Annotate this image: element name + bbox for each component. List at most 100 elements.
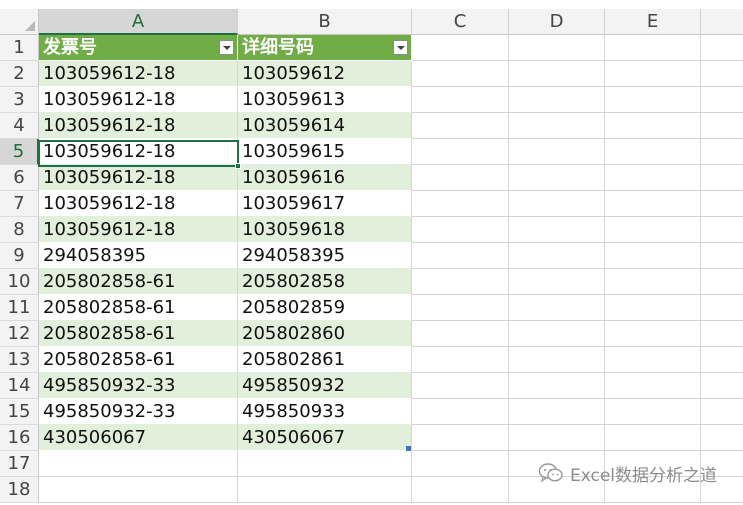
table-cell[interactable]: 103059612-18 [39, 113, 238, 139]
table-resize-handle[interactable] [406, 446, 411, 451]
grid-cell[interactable] [509, 139, 605, 165]
table-cell[interactable]: 103059618 [238, 217, 412, 243]
grid-cell[interactable] [509, 269, 605, 295]
row-header-5[interactable]: 5 [0, 139, 39, 165]
grid-cell[interactable] [701, 113, 743, 139]
grid-cell[interactable] [412, 347, 509, 373]
grid-cell[interactable] [605, 347, 701, 373]
grid-cell[interactable] [39, 451, 238, 477]
table-cell[interactable]: 103059615 [238, 139, 412, 165]
grid-cell[interactable] [701, 139, 743, 165]
row-header-1[interactable]: 1 [0, 35, 39, 61]
table-cell[interactable]: 495850932-33 [39, 399, 238, 425]
grid-cell[interactable] [701, 243, 743, 269]
grid-cell[interactable] [412, 87, 509, 113]
grid-cell[interactable] [509, 87, 605, 113]
grid-cell[interactable] [509, 321, 605, 347]
grid-cell[interactable] [509, 113, 605, 139]
table-cell[interactable]: 103059612-18 [39, 191, 238, 217]
table-cell[interactable]: 103059612 [238, 61, 412, 87]
table-cell[interactable]: 495850932 [238, 373, 412, 399]
spreadsheet-grid[interactable]: A B C D E 1 发票号 详细号码 2 103059612-18 103059612 3 1030… [0, 0, 743, 505]
grid-cell[interactable] [701, 61, 743, 87]
table-cell[interactable]: 495850932-33 [39, 373, 238, 399]
grid-cell[interactable] [412, 477, 509, 503]
table-cell[interactable]: 205802858-61 [39, 321, 238, 347]
grid-cell[interactable] [605, 139, 701, 165]
grid-cell[interactable] [509, 425, 605, 451]
grid-cell[interactable] [701, 321, 743, 347]
grid-cell[interactable] [509, 243, 605, 269]
grid-cell[interactable] [412, 35, 509, 61]
grid-cell[interactable] [509, 373, 605, 399]
column-header-d[interactable]: D [509, 9, 605, 35]
grid-cell[interactable] [412, 399, 509, 425]
table-cell[interactable]: 205802859 [238, 295, 412, 321]
table-cell[interactable]: 205802860 [238, 321, 412, 347]
grid-cell[interactable] [412, 373, 509, 399]
grid-cell[interactable] [412, 451, 509, 477]
table-cell[interactable]: 103059612-18 [39, 217, 238, 243]
grid-cell[interactable] [605, 165, 701, 191]
fill-handle[interactable] [235, 163, 241, 169]
grid-cell[interactable] [605, 399, 701, 425]
grid-cell[interactable] [701, 191, 743, 217]
grid-cell[interactable] [605, 191, 701, 217]
row-header-3[interactable]: 3 [0, 87, 39, 113]
table-cell[interactable]: 103059612-18 [39, 87, 238, 113]
grid-cell[interactable] [509, 165, 605, 191]
row-header-4[interactable]: 4 [0, 113, 39, 139]
table-cell[interactable]: 205802858-61 [39, 295, 238, 321]
grid-cell[interactable] [701, 399, 743, 425]
grid-cell[interactable] [605, 113, 701, 139]
grid-cell[interactable] [701, 165, 743, 191]
grid-cell[interactable] [701, 425, 743, 451]
column-header-c[interactable]: C [412, 9, 509, 35]
table-cell[interactable]: 294058395 [39, 243, 238, 269]
row-header-11[interactable]: 11 [0, 295, 39, 321]
grid-cell[interactable] [509, 347, 605, 373]
row-header-18[interactable]: 18 [0, 477, 39, 503]
grid-cell[interactable] [701, 373, 743, 399]
grid-cell[interactable] [605, 321, 701, 347]
row-header-10[interactable]: 10 [0, 269, 39, 295]
grid-cell[interactable] [509, 61, 605, 87]
row-header-6[interactable]: 6 [0, 165, 39, 191]
table-cell[interactable]: 103059612-18 [39, 165, 238, 191]
filter-dropdown-button[interactable] [219, 40, 234, 55]
table-cell[interactable]: 495850933 [238, 399, 412, 425]
table-cell[interactable]: 103059617 [238, 191, 412, 217]
grid-cell[interactable] [509, 217, 605, 243]
grid-cell[interactable] [412, 295, 509, 321]
table-header-cell[interactable]: 发票号 [39, 35, 238, 61]
table-cell[interactable]: 205802858-61 [39, 269, 238, 295]
grid-cell[interactable] [238, 477, 412, 503]
table-cell[interactable]: 205802858-61 [39, 347, 238, 373]
grid-cell[interactable] [701, 347, 743, 373]
grid-cell[interactable] [412, 321, 509, 347]
row-header-7[interactable]: 7 [0, 191, 39, 217]
table-cell[interactable]: 103059612-18 [39, 139, 238, 165]
grid-cell[interactable] [412, 243, 509, 269]
table-cell[interactable]: 103059612-18 [39, 61, 238, 87]
grid-cell[interactable] [412, 113, 509, 139]
grid-cell[interactable] [701, 295, 743, 321]
grid-cell[interactable] [701, 217, 743, 243]
grid-cell[interactable] [605, 217, 701, 243]
column-header-e[interactable]: E [605, 9, 701, 35]
grid-cell[interactable] [605, 269, 701, 295]
grid-cell[interactable] [701, 269, 743, 295]
table-header-cell[interactable]: 详细号码 [238, 35, 412, 61]
grid-cell[interactable] [701, 35, 743, 61]
row-header-16[interactable]: 16 [0, 425, 39, 451]
grid-cell[interactable] [509, 191, 605, 217]
table-cell[interactable]: 103059614 [238, 113, 412, 139]
table-cell[interactable]: 294058395 [238, 243, 412, 269]
table-cell[interactable]: 430506067 [39, 425, 238, 451]
table-cell[interactable]: 103059613 [238, 87, 412, 113]
grid-cell[interactable] [605, 373, 701, 399]
row-header-17[interactable]: 17 [0, 451, 39, 477]
grid-cell[interactable] [412, 191, 509, 217]
table-cell[interactable]: 430506067 [238, 425, 412, 451]
grid-cell[interactable] [605, 425, 701, 451]
